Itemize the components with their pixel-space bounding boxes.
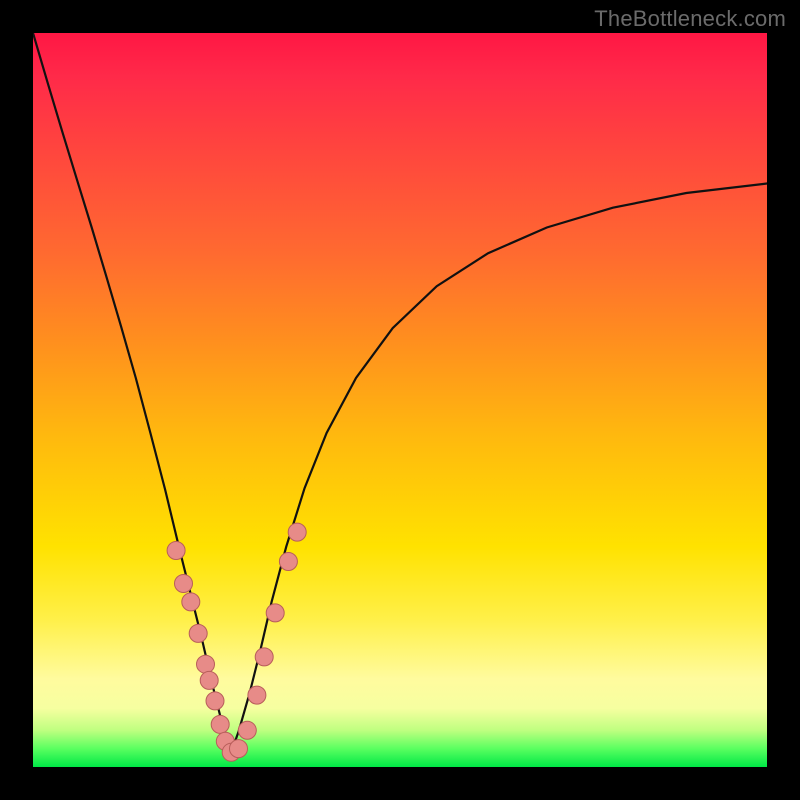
scatter-dot (182, 593, 200, 611)
chart-frame: TheBottleneck.com (0, 0, 800, 800)
scatter-dot (255, 648, 273, 666)
scatter-dot (288, 523, 306, 541)
scatter-dot (175, 575, 193, 593)
scatter-dot (200, 671, 218, 689)
scatter-dot (167, 542, 185, 560)
plot-area (33, 33, 767, 767)
scatter-dot (206, 692, 224, 710)
scatter-dot (230, 740, 248, 758)
scatter-dot (189, 624, 207, 642)
bottleneck-curve (33, 33, 767, 752)
scatter-dot (279, 553, 297, 571)
scatter-dots (167, 523, 306, 761)
scatter-dot (211, 715, 229, 733)
scatter-dot (238, 721, 256, 739)
curve-layer (33, 33, 767, 767)
scatter-dot (197, 655, 215, 673)
scatter-dot (266, 604, 284, 622)
scatter-dot (248, 686, 266, 704)
watermark-text: TheBottleneck.com (594, 6, 786, 32)
